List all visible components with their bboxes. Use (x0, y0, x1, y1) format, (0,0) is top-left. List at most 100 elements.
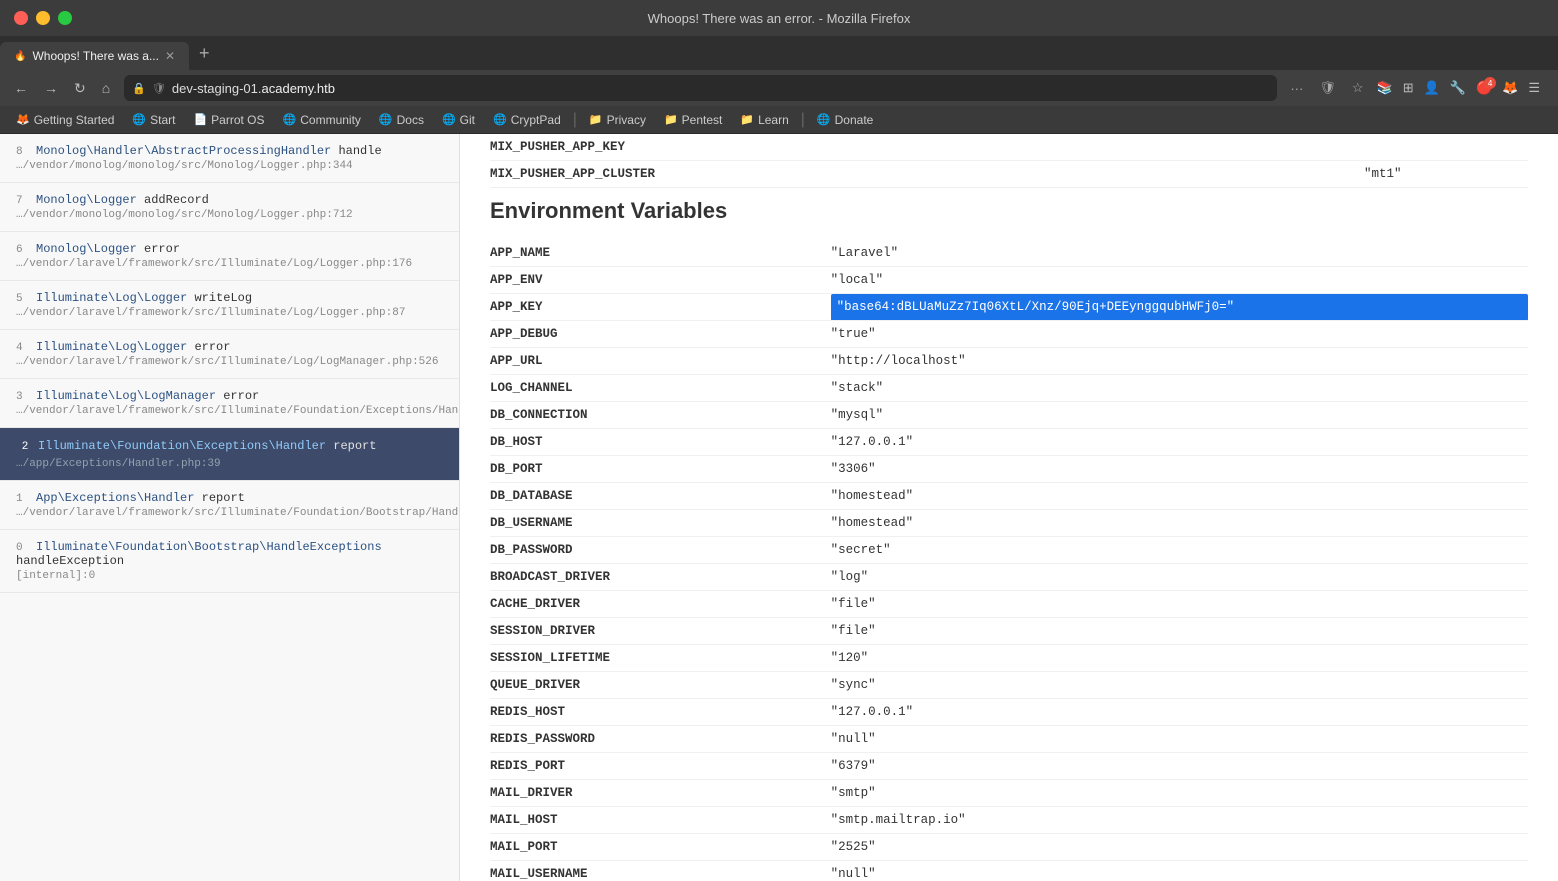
env-row: DB_PASSWORD"secret" (490, 537, 1528, 564)
url-bar[interactable]: 🔒 🛡 dev-staging-01.academy.htb (124, 75, 1277, 101)
bookmark-getting-started[interactable]: 🦊 Getting Started (8, 111, 122, 129)
stack-num: 7 (16, 195, 30, 207)
new-tab-button[interactable]: + (189, 43, 220, 64)
env-value (1364, 134, 1528, 161)
stack-class: Illuminate\Foundation\Bootstrap\HandleEx… (36, 540, 382, 554)
active-tab[interactable]: 🔥 Whoops! There was a... ✕ (0, 42, 189, 70)
bookmark-donate[interactable]: 🌐 Donate (809, 111, 881, 129)
stack-file: …/vendor/laravel/framework/src/Illuminat… (16, 258, 443, 270)
bookmark-docs[interactable]: 🌐 Docs (371, 111, 432, 129)
stack-class: Illuminate\Log\LogManager (36, 389, 223, 403)
bookmark-separator2: | (799, 111, 807, 129)
stack-item[interactable]: 1App\Exceptions\Handler report…/vendor/l… (0, 481, 459, 530)
home-button[interactable]: ⌂ (96, 76, 116, 100)
profile-button[interactable]: 👤 (1420, 77, 1444, 99)
stack-method: error (223, 389, 259, 403)
env-key: APP_ENV (490, 267, 831, 294)
stack-num: 5 (16, 293, 30, 305)
env-row: MAIL_HOST"smtp.mailtrap.io" (490, 807, 1528, 834)
bookmark-label: Docs (397, 113, 424, 127)
bookmark-cryptpad[interactable]: 🌐 CryptPad (485, 111, 569, 129)
env-row: QUEUE_DRIVER"sync" (490, 672, 1528, 699)
bookmark-learn[interactable]: 📁 Learn (732, 111, 796, 129)
env-value: "3306" (831, 456, 1528, 483)
env-value: "smtp" (831, 780, 1528, 807)
bookmark-icon-privacy: 📁 (589, 113, 603, 126)
library-button[interactable]: 📚 (1373, 77, 1397, 99)
close-button[interactable] (14, 11, 28, 25)
stack-item[interactable]: 7Monolog\Logger addRecord…/vendor/monolo… (0, 183, 459, 232)
env-key: LOG_CHANNEL (490, 375, 831, 402)
env-row: SESSION_LIFETIME"120" (490, 645, 1528, 672)
menu-button[interactable]: ☰ (1524, 77, 1544, 99)
bookmark-label: Getting Started (34, 113, 115, 127)
env-top-rows: MIX_PUSHER_APP_KEY MIX_PUSHER_APP_CLUSTE… (490, 134, 1528, 188)
synced-tabs-button[interactable]: ⊞ (1399, 77, 1418, 99)
bookmark-privacy[interactable]: 📁 Privacy (581, 111, 654, 129)
stack-num: 4 (16, 342, 30, 354)
bookmark-label: Community (300, 113, 361, 127)
env-key: MAIL_USERNAME (490, 861, 831, 881)
stack-file: …/vendor/laravel/framework/src/Illuminat… (16, 405, 443, 417)
url-domain: academy.htb (262, 81, 335, 96)
more-button[interactable]: ··· (1285, 78, 1308, 99)
bookmark-pentest[interactable]: 📁 Pentest (656, 111, 730, 129)
bookmark-icon-getting-started: 🦊 (16, 113, 30, 126)
env-value: "127.0.0.1" (831, 699, 1528, 726)
stack-item[interactable]: 0Illuminate\Foundation\Bootstrap\HandleE… (0, 530, 459, 593)
stack-num: 3 (16, 391, 30, 403)
extension1-button[interactable]: 🔧 (1446, 77, 1470, 99)
bookmark-icon-cryptpad: 🌐 (493, 113, 507, 126)
env-row: LOG_CHANNEL"stack" (490, 375, 1528, 402)
bookmark-label: Donate (835, 113, 874, 127)
env-value: "mt1" (1364, 161, 1528, 188)
stack-num: 8 (16, 146, 30, 158)
extension2-button[interactable]: 🔴 4 (1472, 77, 1496, 99)
tab-favicon: 🔥 (14, 51, 26, 62)
bookmark-community[interactable]: 🌐 Community (275, 111, 369, 129)
stack-item[interactable]: 3 Illuminate\Log\LogManager error …/vendor… (0, 379, 459, 428)
stack-trace-sidebar: 8Monolog\Handler\AbstractProcessingHandl… (0, 134, 460, 881)
env-row: REDIS_PASSWORD"null" (490, 726, 1528, 753)
maximize-button[interactable] (58, 11, 72, 25)
stack-item[interactable]: 8Monolog\Handler\AbstractProcessingHandl… (0, 134, 459, 183)
env-key: MAIL_DRIVER (490, 780, 831, 807)
env-key: REDIS_PASSWORD (490, 726, 831, 753)
toolbar-icons: 📚 ⊞ 👤 🔧 🔴 4 🦊 ☰ (1373, 77, 1551, 99)
tab-close-button[interactable]: ✕ (165, 49, 175, 63)
tab-title: Whoops! There was a... (32, 49, 159, 63)
bookmark-icon-parrot: 📄 (193, 113, 207, 126)
forward-button[interactable]: → (38, 76, 64, 100)
env-key: DB_USERNAME (490, 510, 831, 537)
env-value: "sync" (831, 672, 1528, 699)
bookmark-start[interactable]: 🌐 Start (124, 111, 183, 129)
env-value: "smtp.mailtrap.io" (831, 807, 1528, 834)
env-row: REDIS_HOST"127.0.0.1" (490, 699, 1528, 726)
env-key: REDIS_HOST (490, 699, 831, 726)
env-value: "homestead" (831, 483, 1528, 510)
stack-item[interactable]: 5Illuminate\Log\Logger writeLog…/vendor/… (0, 281, 459, 330)
env-row: REDIS_PORT"6379" (490, 753, 1528, 780)
bookmark-parrot-os[interactable]: 📄 Parrot OS (185, 111, 272, 129)
stack-method: report (333, 439, 376, 453)
extension3-button[interactable]: 🦊 (1498, 77, 1522, 99)
stack-item[interactable]: 2Illuminate\Foundation\Exceptions\Handle… (0, 428, 459, 481)
bookmark-button[interactable]: ☆ (1347, 77, 1369, 99)
minimize-button[interactable] (36, 11, 50, 25)
reload-button[interactable]: ↻ (68, 76, 92, 101)
env-value: "Laravel" (831, 240, 1528, 267)
env-row: APP_ENV"local" (490, 267, 1528, 294)
back-button[interactable]: ← (8, 76, 34, 100)
bookmark-git[interactable]: 🌐 Git (434, 111, 483, 129)
window-title: Whoops! There was an error. - Mozilla Fi… (648, 11, 911, 26)
stack-item[interactable]: 4Illuminate\Log\Logger error…/vendor/lar… (0, 330, 459, 379)
env-row: MAIL_PORT"2525" (490, 834, 1528, 861)
bookmark-icon-learn: 📁 (740, 113, 754, 126)
container-button[interactable]: 🛡 (1314, 77, 1341, 99)
stack-file: …/vendor/laravel/framework/src/Illuminat… (16, 356, 443, 368)
stack-class: App\Exceptions\Handler (36, 491, 202, 505)
env-row: MAIL_USERNAME"null" (490, 861, 1528, 881)
bookmark-icon-pentest: 📁 (664, 113, 678, 126)
stack-file: …/vendor/monolog/monolog/src/Monolog/Log… (16, 209, 443, 221)
stack-item[interactable]: 6Monolog\Logger error…/vendor/laravel/fr… (0, 232, 459, 281)
